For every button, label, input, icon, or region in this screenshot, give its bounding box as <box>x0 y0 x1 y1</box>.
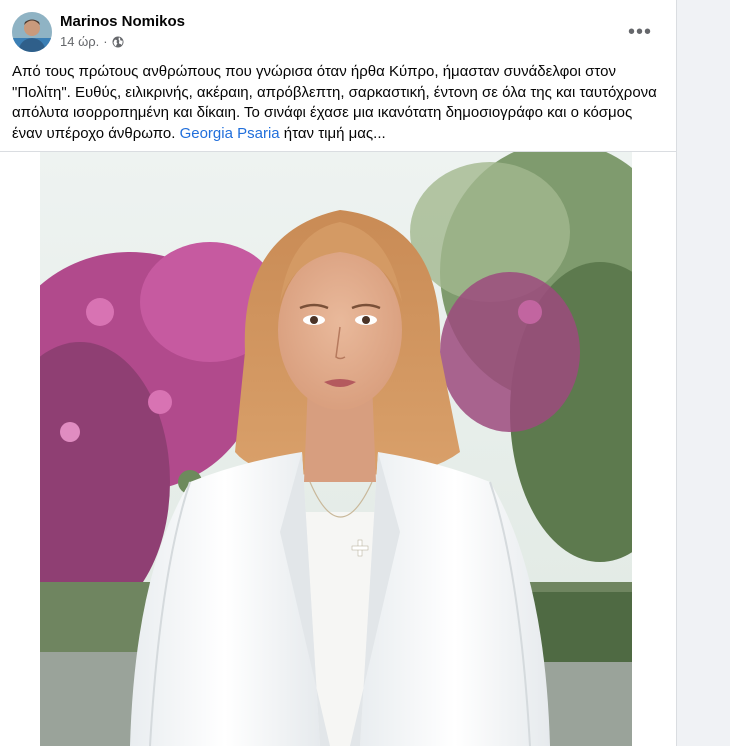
mention-link[interactable]: Georgia Psaria <box>180 125 280 142</box>
post-card: Marinos Nomikos 14 ώρ. · ••• Από τους πρ… <box>0 0 677 746</box>
author-name[interactable]: Marinos Nomikos <box>60 13 185 30</box>
author-avatar[interactable] <box>12 12 52 52</box>
post-meta: 14 ώρ. · <box>60 34 124 49</box>
globe-icon <box>112 36 124 48</box>
post-text-end: ήταν τιμή μας... <box>279 124 386 142</box>
post-header: Marinos Nomikos 14 ώρ. · ••• <box>12 10 664 54</box>
meta-separator: · <box>103 34 108 49</box>
post-photo[interactable] <box>40 152 632 746</box>
post-time[interactable]: 14 ώρ. <box>60 34 99 49</box>
more-options-icon[interactable]: ••• <box>622 14 658 50</box>
post-text: Από τους πρώτους ανθρώπους που γνώρισα ό… <box>12 62 662 144</box>
